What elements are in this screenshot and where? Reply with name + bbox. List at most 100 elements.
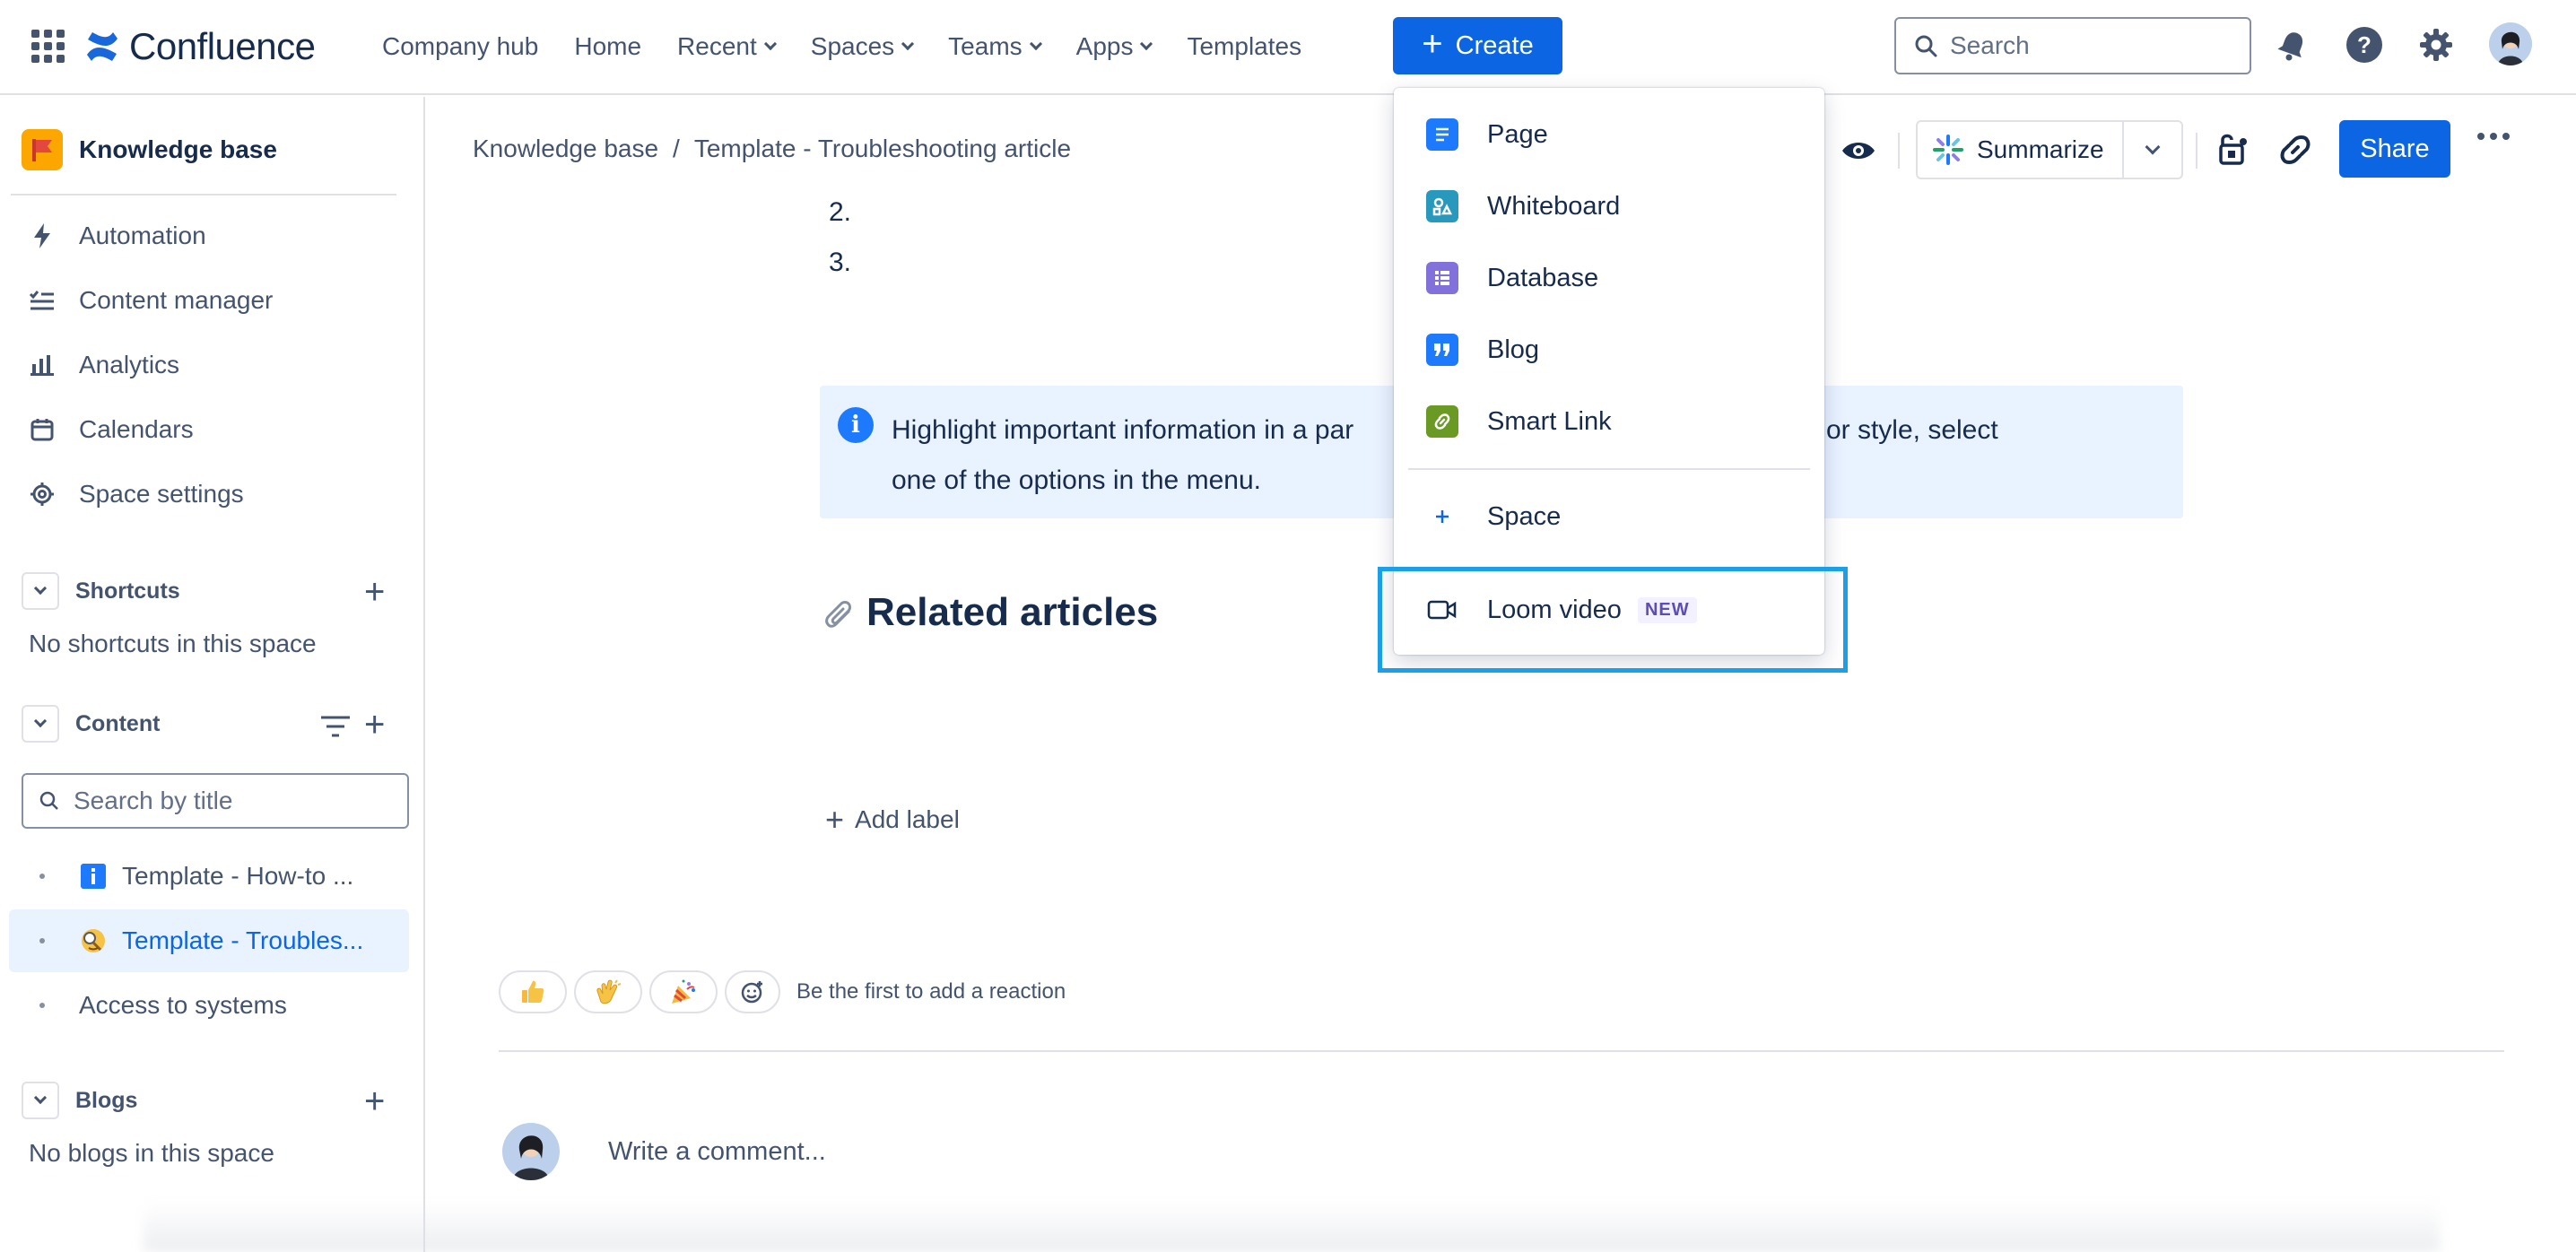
reactions-bar: Be the first to add a reaction — [499, 970, 1066, 1013]
sidebar-item-space-settings[interactable]: Space settings — [27, 479, 244, 509]
confluence-logo[interactable]: Confluence — [84, 22, 316, 72]
divider — [499, 1050, 2504, 1052]
bullet — [39, 1003, 45, 1008]
shortcuts-empty-text: No shortcuts in this space — [29, 630, 317, 657]
add-blog-plus-icon[interactable]: + — [364, 1083, 385, 1119]
add-content-plus-icon[interactable]: + — [364, 707, 385, 743]
section-title: Shortcuts — [75, 578, 180, 604]
summarize-button[interactable]: Summarize — [1918, 122, 2125, 178]
nav-teams[interactable]: Teams — [948, 32, 1042, 61]
create-menu-item-page[interactable]: Page — [1394, 102, 1824, 167]
nav-spaces[interactable]: Spaces — [810, 32, 915, 61]
calendar-icon — [27, 414, 57, 445]
app-switcher-icon[interactable] — [29, 27, 65, 63]
create-menu-item-smart-link[interactable]: Smart Link — [1394, 389, 1824, 454]
create-menu-item-whiteboard[interactable]: Whiteboard — [1394, 174, 1824, 239]
tree-item-label: Template - How-to ... — [122, 862, 354, 890]
global-search-input[interactable]: Search — [1894, 17, 2251, 74]
sidebar-item-label: Space settings — [79, 480, 244, 508]
nav-home[interactable]: Home — [574, 32, 641, 61]
summarize-button-group: Summarize — [1916, 120, 2183, 179]
info-panel-line1-left: Highlight important information in a par — [892, 415, 1354, 445]
summarize-label: Summarize — [1977, 135, 2104, 163]
sidebar-item-calendars[interactable]: Calendars — [27, 414, 194, 445]
tree-item-how-to[interactable]: Template - How-to ... — [9, 845, 409, 908]
add-label-button[interactable]: + Add label — [825, 804, 960, 836]
list-number: 2. — [829, 197, 852, 227]
shortcuts-section-header[interactable]: Shortcuts — [22, 572, 180, 610]
create-button[interactable]: + Create — [1393, 17, 1562, 74]
nav-label: Spaces — [810, 32, 895, 60]
plus-icon — [1426, 500, 1458, 533]
ai-sparkle-icon — [1933, 135, 1963, 165]
tree-item-troubleshooting[interactable]: Template - Troubles... — [9, 909, 409, 972]
content-section-header[interactable]: Content — [22, 705, 160, 743]
nav-label: Company hub — [382, 32, 539, 60]
copy-link-icon[interactable] — [2276, 131, 2314, 173]
list-number: 3. — [829, 248, 852, 277]
magnifier-emoji-icon — [79, 926, 108, 955]
app-name: Confluence — [129, 25, 316, 67]
help-icon[interactable]: ? — [2345, 25, 2384, 65]
related-articles-heading: Related articles — [820, 590, 1158, 635]
share-button[interactable]: Share — [2339, 120, 2450, 178]
comment-user-avatar — [502, 1123, 560, 1180]
create-menu-item-blog[interactable]: Blog — [1394, 317, 1824, 382]
sidebar: Knowledge base Automation Content manage… — [0, 97, 425, 1252]
breadcrumb: Knowledge base / Template - Troubleshoot… — [473, 135, 1071, 163]
blogs-section-header[interactable]: Blogs — [22, 1082, 137, 1119]
settings-gear-icon[interactable] — [2416, 25, 2456, 65]
nav-templates[interactable]: Templates — [1187, 32, 1301, 61]
chevron-down-icon — [1140, 37, 1153, 51]
user-avatar[interactable] — [2489, 22, 2532, 65]
add-reaction-button[interactable] — [725, 970, 780, 1013]
summarize-options-chevron-icon[interactable] — [2124, 122, 2181, 178]
space-header[interactable]: Knowledge base — [22, 129, 277, 170]
comment-input[interactable]: Write a comment... — [608, 1137, 826, 1167]
highlight-annotation-box — [1378, 567, 1848, 673]
party-popper-reaction[interactable] — [649, 970, 718, 1013]
breadcrumb-separator: / — [673, 135, 680, 162]
clapping-hands-reaction[interactable] — [574, 970, 642, 1013]
space-name: Knowledge base — [79, 135, 277, 163]
collapse-chevron-icon[interactable] — [22, 705, 59, 743]
sidebar-item-content-manager[interactable]: Content manager — [27, 285, 273, 316]
watch-eye-icon[interactable] — [1839, 131, 1878, 170]
analytics-icon — [27, 350, 57, 380]
nav-label: Teams — [948, 32, 1023, 60]
content-search-input[interactable]: Search by title — [22, 773, 409, 829]
nav-recent[interactable]: Recent — [677, 32, 777, 61]
thumbs-up-reaction[interactable] — [499, 970, 567, 1013]
tree-item-access-to-systems[interactable]: Access to systems — [9, 974, 409, 1037]
create-menu-item-database[interactable]: Database — [1394, 246, 1824, 310]
sidebar-item-analytics[interactable]: Analytics — [27, 350, 179, 380]
menu-item-label: Whiteboard — [1487, 191, 1621, 221]
menu-item-label: Database — [1487, 263, 1599, 292]
restrictions-lock-icon[interactable] — [2215, 131, 2251, 171]
menu-item-label: Blog — [1487, 335, 1540, 364]
breadcrumb-current-link[interactable]: Template - Troubleshooting article — [694, 135, 1071, 163]
nav-company-hub[interactable]: Company hub — [382, 32, 538, 61]
add-shortcut-plus-icon[interactable]: + — [364, 574, 385, 610]
paperclip-icon — [825, 601, 851, 628]
create-menu-item-space[interactable]: Space — [1394, 484, 1824, 549]
chevron-down-icon — [1029, 37, 1042, 51]
collapse-chevron-icon[interactable] — [22, 1082, 59, 1119]
breadcrumb-parent-link[interactable]: Knowledge base — [473, 135, 658, 163]
chevron-down-icon — [763, 37, 777, 51]
nav-apps[interactable]: Apps — [1075, 32, 1153, 61]
sidebar-item-automation[interactable]: Automation — [27, 221, 206, 251]
menu-item-label: Space — [1487, 501, 1562, 531]
search-icon — [1915, 35, 1937, 57]
collapse-chevron-icon[interactable] — [22, 572, 59, 610]
more-actions-icon[interactable] — [2477, 133, 2510, 140]
filter-icon[interactable] — [319, 714, 352, 743]
info-panel-line2: one of the options in the menu. — [892, 465, 1261, 495]
notifications-icon[interactable] — [2273, 25, 2312, 65]
info-icon: i — [838, 407, 874, 443]
info-page-icon — [79, 862, 108, 891]
search-icon — [39, 791, 58, 810]
create-label: Create — [1455, 30, 1534, 60]
nav-label: Apps — [1075, 32, 1134, 60]
add-emoji-icon — [741, 981, 762, 1004]
